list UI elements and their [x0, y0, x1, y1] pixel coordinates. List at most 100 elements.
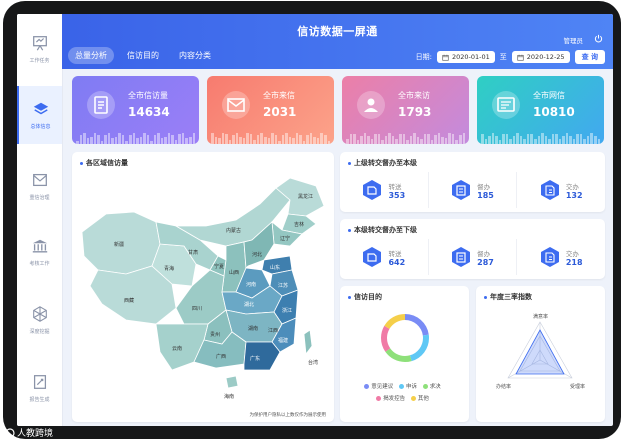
spark-bar [349, 133, 353, 144]
purpose-legend-row1: 意见建议 申诉 求决 [340, 382, 465, 391]
sidebar-item-repeat[interactable]: 重信治理 [17, 157, 62, 215]
spark-bar [360, 135, 363, 144]
spark-bar [192, 133, 196, 144]
radar-panel-title-wrap: 年度三率指数 [484, 292, 532, 302]
spark-bar [288, 137, 292, 144]
stat-card-total[interactable]: 全市信访量 14634 [72, 76, 199, 144]
legend-item[interactable]: 揭发控告 [376, 394, 405, 402]
sidebar-item-mining[interactable]: 深度挖掘 [17, 291, 62, 349]
radar-axis-label: 满意率 [533, 313, 548, 320]
upper-stat-supervise[interactable]: 督办 185 [429, 172, 518, 208]
spark-bar [313, 137, 316, 144]
upper-stat-assign[interactable]: 交办 132 [517, 172, 605, 208]
map-panel: 各区域信访量 新疆 西藏 青海 甘肃 内蒙古 黑龙江 吉林 辽宁 宁夏 山西 河… [72, 152, 334, 422]
spark-bar [146, 135, 150, 144]
tab-total[interactable]: 总量分析 [68, 47, 114, 64]
spark-bar [484, 138, 488, 144]
query-button[interactable]: 查 询 [574, 50, 605, 64]
lower-transfer-panel: 本级转交督办至下级 转送 642 督办 287 交办 218 [340, 219, 605, 279]
map-label-gansu: 甘肃 [188, 249, 198, 256]
spark-bar [295, 133, 299, 144]
bank-icon [32, 239, 47, 253]
sidebar-item-assess[interactable]: 考核工作 [17, 223, 62, 281]
spark-bar [594, 136, 597, 144]
spark-bar [434, 135, 437, 144]
user-name[interactable]: 管理员 [564, 35, 584, 45]
spark-bar [246, 133, 249, 144]
spark-bar [302, 140, 306, 144]
spark-bar [309, 133, 313, 144]
upper-stat-transfer[interactable]: 转送 353 [340, 172, 429, 208]
sidebar-item-report[interactable]: 报告生成 [17, 359, 62, 417]
spark-bar [93, 133, 97, 144]
spark-bar [548, 139, 551, 144]
date-to-field[interactable]: 2020-12-25 [511, 51, 570, 63]
stat-text: 交办 218 [566, 248, 583, 267]
spark-bar [409, 135, 413, 144]
legend-swatch [422, 383, 428, 389]
spark-bar [516, 133, 519, 144]
transfer-icon [363, 247, 382, 267]
purpose-donut[interactable] [379, 312, 431, 364]
upper-transfer-panel: 上级转交督办至本级 转送 353 督办 185 交办 132 [340, 152, 605, 212]
spark-bar [121, 134, 125, 144]
stat-card-online[interactable]: 全市网信 10810 [477, 76, 604, 144]
spark-bar [86, 137, 90, 144]
legend-item[interactable]: 申诉 [398, 382, 417, 390]
stat-label: 交办 [565, 249, 579, 258]
spark-bar [100, 140, 104, 144]
map-label-guizhou: 贵州 [210, 331, 220, 338]
spark-bar [526, 133, 530, 144]
china-map[interactable]: 新疆 西藏 青海 甘肃 内蒙古 黑龙江 吉林 辽宁 宁夏 山西 河北 山东 河南… [76, 174, 330, 410]
stat-card-visits[interactable]: 全市来访 1793 [342, 76, 469, 144]
network-icon [32, 306, 47, 322]
map-label-jilin: 吉林 [294, 221, 304, 228]
spark-bar [413, 133, 416, 144]
spark-bar [519, 135, 523, 144]
map-label-shanxi: 山西 [229, 269, 239, 276]
radar-axis-label: 办结率 [496, 383, 511, 390]
card-label: 全市网信 [533, 91, 565, 100]
lower-stat-supervise[interactable]: 督办 287 [429, 239, 518, 275]
legend-item[interactable]: 其他 [410, 394, 429, 402]
purpose-panel: 信访目的 意见建议 申诉 求决 揭发控告 其他 [340, 286, 469, 422]
purpose-legend-row2: 揭发控告 其他 [340, 394, 465, 403]
spark-bar [239, 137, 242, 144]
card-sparkbars [72, 132, 199, 144]
card-sparkbars [342, 132, 469, 144]
lower-stat-transfer[interactable]: 转送 642 [340, 239, 429, 275]
legend-item[interactable]: 求决 [422, 382, 441, 390]
power-icon[interactable] [594, 34, 603, 43]
radar-chart[interactable]: 满意率 受理率 办结率 [476, 308, 605, 420]
map-label-hubei: 湖北 [244, 301, 254, 308]
stat-value: 185 [477, 190, 494, 200]
date-from-field[interactable]: 2020-01-01 [437, 51, 495, 63]
tab-purpose[interactable]: 信访目的 [120, 47, 166, 64]
spark-bar [523, 139, 526, 144]
spark-bar [488, 136, 491, 144]
visitor-icon [357, 91, 385, 119]
stat-card-letters[interactable]: 全市来信 2031 [207, 76, 334, 144]
title-dot [80, 161, 83, 165]
sidebar-item-tasks[interactable]: 工作任务 [17, 20, 62, 78]
legend-item[interactable]: 意见建议 [364, 382, 393, 390]
report-icon [33, 375, 46, 389]
spark-bar [281, 135, 285, 144]
spark-bar [381, 139, 384, 144]
tab-category[interactable]: 内容分类 [172, 47, 218, 64]
spark-bar [370, 138, 374, 144]
legend-label: 揭发控告 [383, 396, 406, 402]
spark-bar [249, 134, 253, 144]
date-separator: 至 [499, 53, 507, 61]
lower-stat-assign[interactable]: 交办 218 [517, 239, 605, 275]
transfer-icon [363, 180, 382, 200]
spark-bar [320, 133, 323, 144]
tablet-frame: 工作任务 总体信息 重信治理 考核工作 深度挖掘 报告生成 信访数据一屏通 管理… [3, 1, 621, 439]
spark-bar [256, 135, 260, 144]
spark-bar [356, 139, 360, 144]
card-label: 全市来信 [263, 91, 295, 100]
sidebar-item-overview[interactable]: 总体信息 [17, 86, 62, 144]
legend-label: 意见建议 [371, 384, 394, 390]
spark-bar [178, 134, 181, 144]
spark-bar [579, 133, 583, 144]
